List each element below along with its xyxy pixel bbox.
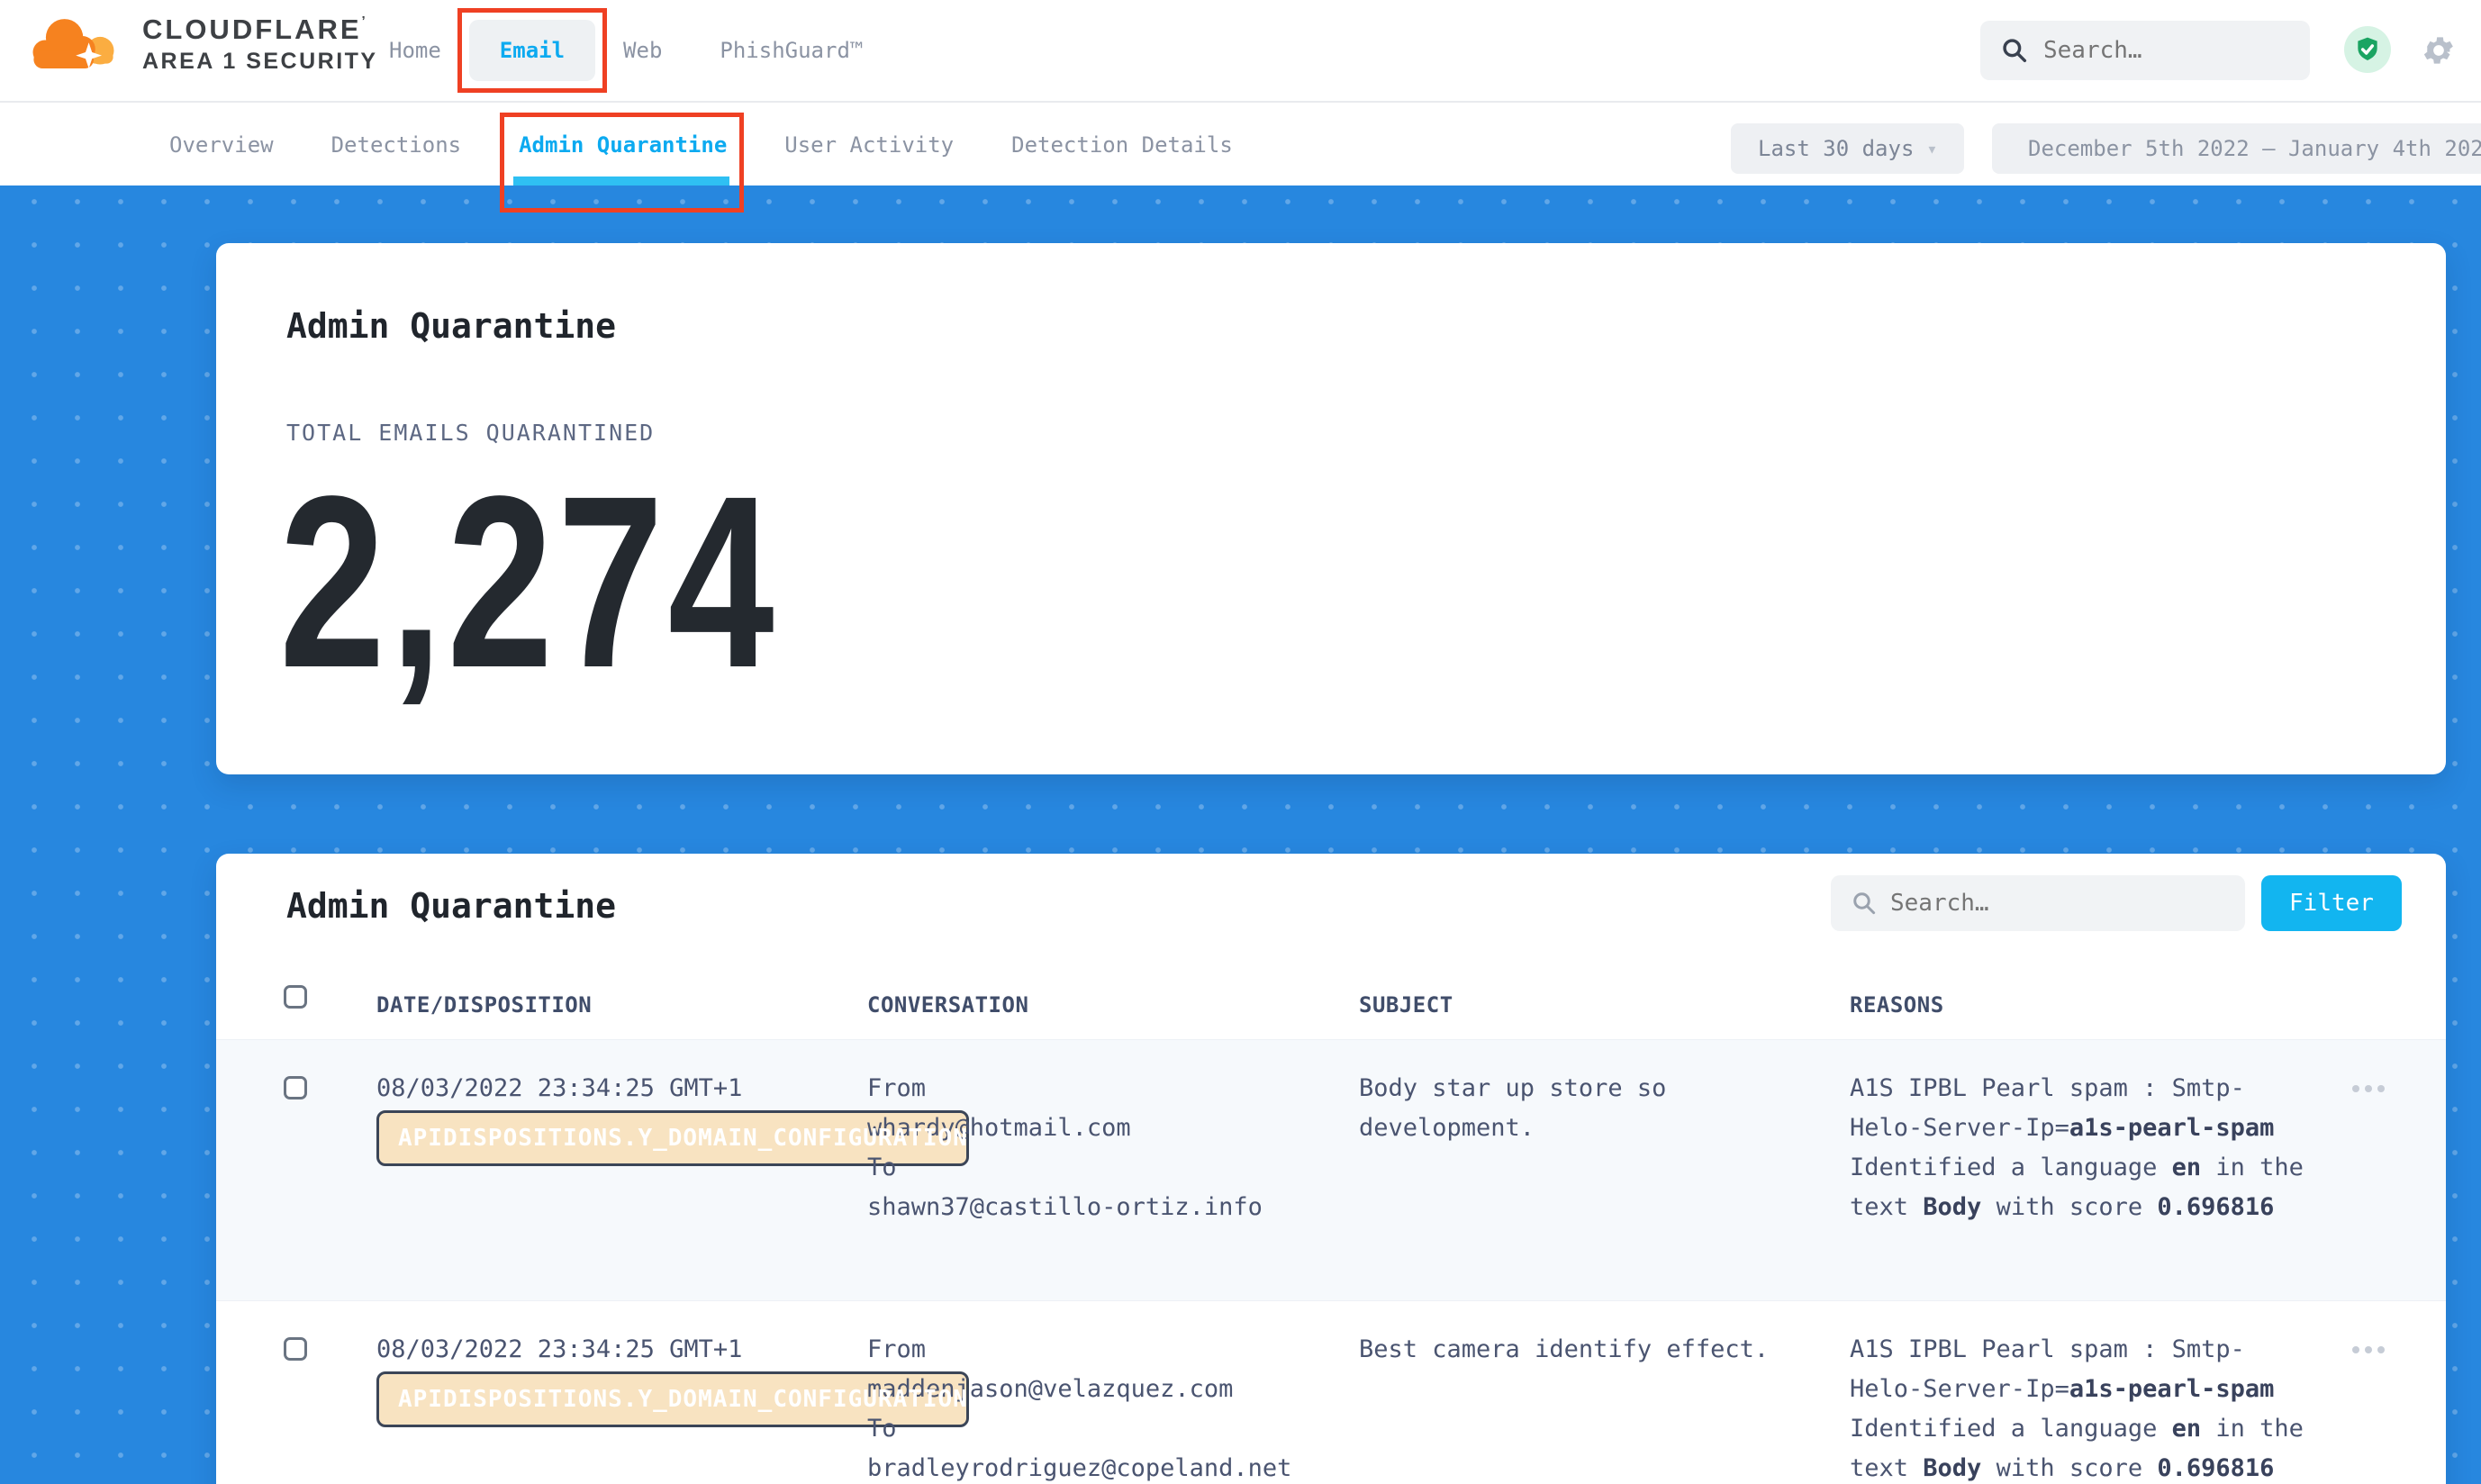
summary-card-title: Admin Quarantine [286,306,616,346]
row-date: 08/03/2022 23:34:25 GMT+1 [376,1330,742,1370]
search-icon [1851,890,1878,917]
top-nav-web[interactable]: Web [623,38,662,63]
brand-name: CLOUDFLARE’ [142,14,378,46]
top-nav-phishguard[interactable]: PhishGuard™ [720,38,863,63]
from-label: From [867,1069,1354,1108]
row-actions-menu[interactable] [2352,1085,2385,1092]
row-subject: Best camera identify effect. [1359,1330,1787,1370]
metric-label: TOTAL EMAILS QUARANTINED [286,420,655,446]
table-header-row: DATE/DISPOSITION CONVERSATION SUBJECT RE… [216,980,2446,1039]
from-label: From [867,1330,1354,1370]
dot [2377,1346,2385,1353]
page-background: CLOUDFLARE’ AREA 1 SECURITY Home Email W… [0,0,2481,1484]
column-header-subject: SUBJECT [1359,992,1453,1018]
global-search-input[interactable] [2043,37,2268,64]
table-row: 08/03/2022 23:34:25 GMT+1 From whardy@ho… [216,1039,2446,1301]
filter-button[interactable]: Filter [2261,875,2402,931]
disposition-badge-label: APIDISPOSITIONS.Y_DOMAIN_CONFIGURATION [398,1380,968,1419]
top-nav-email[interactable]: Email [469,20,595,81]
top-bar: CLOUDFLARE’ AREA 1 SECURITY Home Email W… [0,0,2481,101]
row-date: 08/03/2022 23:34:25 GMT+1 [376,1069,742,1108]
brand-mark: ’ [362,14,368,29]
top-nav-home[interactable]: Home [389,38,441,63]
dot [2365,1085,2372,1092]
dot [2352,1346,2359,1353]
column-header-date: DATE/DISPOSITION [376,992,592,1018]
chevron-down-icon: ▾ [1926,138,1937,159]
annotation-red-box-admin-quarantine [500,113,744,213]
shield-check-icon [2353,35,2382,64]
tab-detection-details[interactable]: Detection Details [1011,132,1233,158]
table-search[interactable] [1831,875,2245,931]
column-header-reasons: REASONS [1850,992,1944,1018]
table-row: 08/03/2022 23:34:25 GMT+1 From maddenjas… [216,1301,2446,1484]
gear-icon [2421,32,2457,68]
brand-logo: CLOUDFLARE’ AREA 1 SECURITY [29,9,378,79]
dot [2377,1085,2385,1092]
row-reasons: A1S IPBL Pearl spam : Smtp-Helo-Server-I… [1850,1069,2304,1227]
row-reasons: A1S IPBL Pearl spam : Smtp-Helo-Server-I… [1850,1330,2304,1484]
row-actions-menu[interactable] [2352,1346,2385,1353]
dot [2352,1085,2359,1092]
to-address: shawn37@castillo-ortiz.info [867,1188,1354,1227]
sub-navigation: Overview Detections Admin Quarantine Use… [0,101,2481,186]
global-search[interactable] [1980,21,2310,80]
settings-button[interactable] [2421,32,2457,68]
brand-tagline: AREA 1 SECURITY [142,49,378,75]
summary-card: Admin Quarantine TOTAL EMAILS QUARANTINE… [216,243,2446,774]
row-checkbox[interactable] [284,1337,307,1361]
dot [2365,1346,2372,1353]
search-icon [2000,36,2029,65]
date-range-field[interactable]: December 5th 2022 — January 4th 2023 [1992,123,2481,174]
tab-detections[interactable]: Detections [331,132,462,158]
table-search-input[interactable] [1890,890,2160,917]
row-checkbox[interactable] [284,1076,307,1099]
select-all-checkbox[interactable] [284,985,307,1009]
top-navigation: Home Email Web PhishGuard™ [389,0,863,101]
annotation-red-box-email: Email [457,8,607,93]
tab-user-activity[interactable]: User Activity [784,132,954,158]
to-address: bradleyrodriguez@copeland.net [867,1449,1354,1484]
quarantine-table-card: Admin Quarantine Filter DATE/DISPOSITION… [216,854,2446,1484]
column-header-conversation: CONVERSATION [867,992,1028,1018]
security-status-badge[interactable] [2344,26,2391,73]
time-range-dropdown[interactable]: Last 30 days ▾ [1731,123,1964,174]
tab-overview[interactable]: Overview [169,132,274,158]
row-subject: Body star up store so development. [1359,1069,1787,1148]
cloudflare-cloud-icon [29,9,126,79]
table-card-title: Admin Quarantine [286,886,616,926]
disposition-badge-label: APIDISPOSITIONS.Y_DOMAIN_CONFIGURATION [398,1118,968,1158]
metric-value: 2,274 [279,456,778,708]
